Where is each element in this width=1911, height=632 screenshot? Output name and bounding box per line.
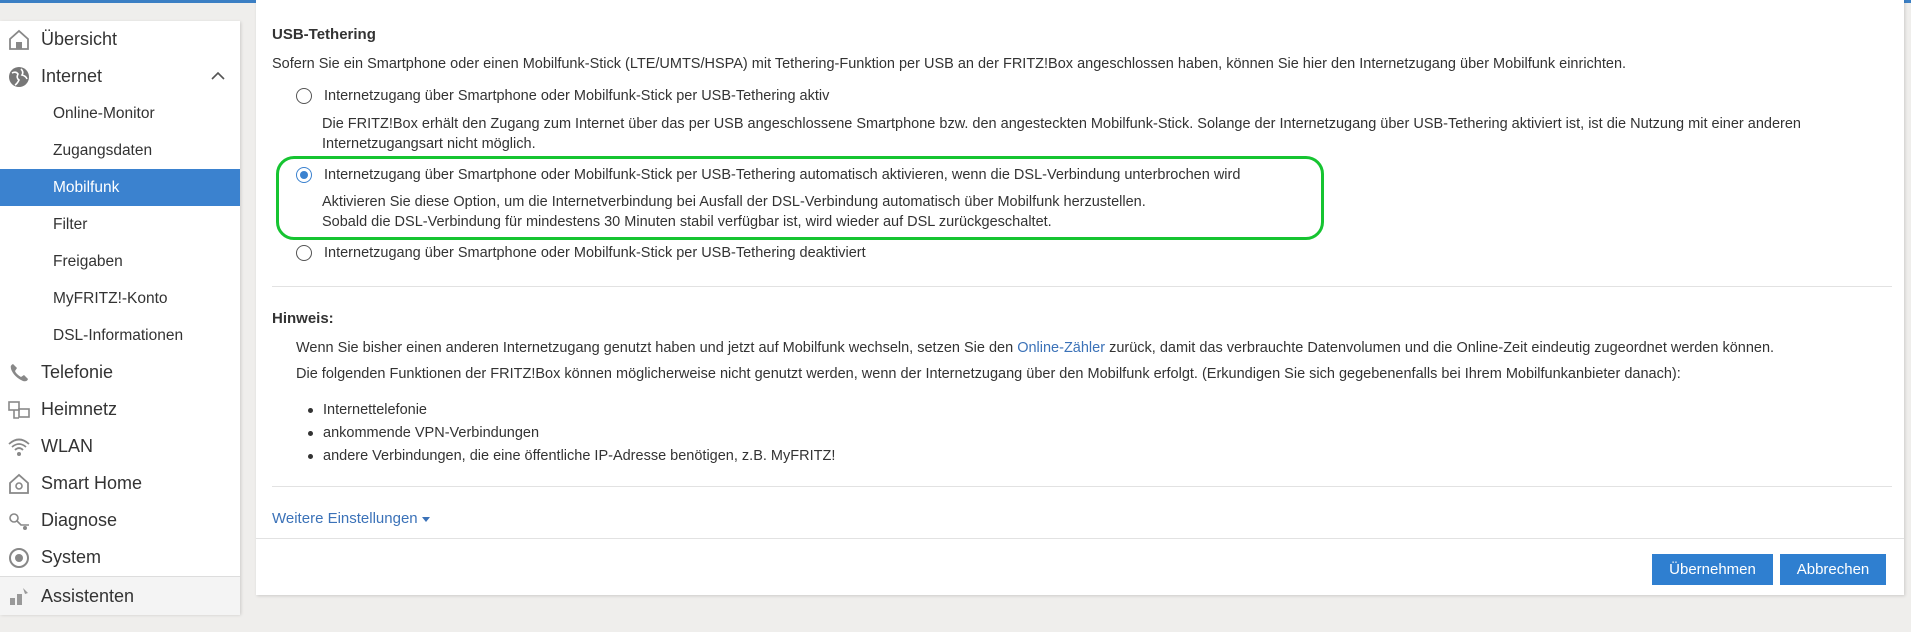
sidebar-sub-label: Zugangsdaten (53, 141, 153, 159)
option-description: Die FRITZ!Box erhält den Zugang zum Inte… (322, 114, 1801, 154)
hint-line-2: Die folgenden Funktionen der FRITZ!Box k… (296, 366, 1681, 382)
sidebar-sub-label: DSL-Informationen (53, 326, 184, 344)
option-label: Internetzugang über Smartphone oder Mobi… (324, 167, 1241, 183)
sidebar-item-label: Internet (41, 66, 103, 86)
sidebar-item-smart-home[interactable]: Smart Home (0, 465, 240, 502)
sidebar-item-system[interactable]: System (0, 539, 240, 576)
option-description: Aktivieren Sie diese Option, um die Inte… (322, 192, 1146, 232)
sidebar-item-telefonie[interactable]: Telefonie (0, 354, 240, 391)
sidebar-sub-mobilfunk[interactable]: Mobilfunk (0, 169, 240, 206)
sidebar-item-label: Assistenten (41, 585, 135, 606)
sidebar-item-label: Smart Home (41, 473, 143, 493)
radio-tethering-active[interactable] (296, 88, 312, 104)
sidebar-item-label: Übersicht (41, 29, 118, 49)
sidebar-item-heimnetz[interactable]: Heimnetz (0, 391, 240, 428)
sidebar-nav: Übersicht Internet Online-Monitor Zugang… (0, 21, 240, 615)
option-desc-line: Internetzugangsart nicht möglich. (322, 136, 536, 152)
diagnose-icon (5, 507, 33, 535)
apply-button[interactable]: Übernehmen (1652, 554, 1773, 585)
hint-title: Hinweis: (272, 310, 334, 327)
bullet-text: Internettelefonie (323, 402, 427, 418)
sidebar-sub-freigaben[interactable]: Freigaben (0, 243, 240, 280)
bullet-dot (308, 430, 313, 436)
sidebar-sub-label: MyFRITZ!-Konto (53, 289, 168, 307)
sidebar-sub-myfritz-konto[interactable]: MyFRITZ!-Konto (0, 280, 240, 317)
sidebar-sub-label: Filter (53, 215, 88, 233)
sidebar-sub-dsl-informationen[interactable]: DSL-Informationen (0, 317, 240, 354)
sidebar-sub-zugangsdaten[interactable]: Zugangsdaten (0, 132, 240, 169)
bullet-text: andere Verbindungen, die eine öffentlich… (323, 448, 836, 464)
bullet-dot (308, 407, 313, 413)
globe-icon (5, 63, 33, 91)
list-item: Internettelefonie (308, 402, 427, 418)
option-label: Internetzugang über Smartphone oder Mobi… (324, 245, 866, 261)
divider (272, 286, 1892, 287)
radio-tethering-auto[interactable] (296, 167, 312, 183)
option-desc-line: Die FRITZ!Box erhält den Zugang zum Inte… (322, 116, 1801, 132)
sidebar-item-wlan[interactable]: WLAN (0, 428, 240, 465)
wifi-icon (5, 433, 33, 461)
option-tethering-active[interactable]: Internetzugang über Smartphone oder Mobi… (296, 88, 829, 104)
sidebar-sub-online-monitor[interactable]: Online-Monitor (0, 95, 240, 132)
more-settings-label: Weitere Einstellungen (272, 510, 418, 527)
sidebar-item-uebersicht[interactable]: Übersicht (0, 21, 240, 58)
system-icon (5, 544, 33, 572)
main-panel: USB-Tethering Sofern Sie ein Smartphone … (256, 0, 1904, 595)
bullet-dot (308, 453, 313, 459)
option-desc-line: Aktivieren Sie diese Option, um die Inte… (322, 194, 1146, 210)
option-tethering-auto[interactable]: Internetzugang über Smartphone oder Mobi… (296, 167, 1240, 183)
cancel-button[interactable]: Abbrechen (1780, 554, 1886, 585)
hint-text-part: Wenn Sie bisher einen anderen Internetzu… (296, 340, 1018, 356)
more-settings-link[interactable]: Weitere Einstellungen (272, 510, 430, 527)
network-icon (5, 396, 33, 424)
sidebar-sub-label: Mobilfunk (53, 178, 120, 196)
list-item: ankommende VPN-Verbindungen (308, 425, 539, 441)
home-icon (5, 26, 33, 54)
sidebar-item-assistenten[interactable]: Assistenten (0, 576, 240, 615)
sidebar-item-label: Heimnetz (41, 399, 118, 419)
hint-text-part: zurück, damit das verbrauchte Datenvolum… (1105, 340, 1775, 356)
sidebar-item-label: Diagnose (41, 510, 118, 530)
footer-divider (256, 538, 1904, 539)
triangle-down-icon (421, 517, 430, 522)
chevron-up-icon[interactable] (208, 66, 228, 86)
phone-icon (5, 359, 33, 387)
sidebar-item-label: Telefonie (41, 362, 114, 382)
option-label: Internetzugang über Smartphone oder Mobi… (324, 88, 830, 104)
wizard-icon (5, 582, 33, 610)
option-desc-line: Sobald die DSL-Verbindung für mindestens… (322, 214, 1052, 230)
sidebar-sub-filter[interactable]: Filter (0, 206, 240, 243)
section-title: USB-Tethering (272, 26, 376, 43)
radio-tethering-off[interactable] (296, 245, 312, 261)
sidebar-item-label: WLAN (41, 436, 94, 456)
bullet-text: ankommende VPN-Verbindungen (323, 425, 540, 441)
online-zaehler-link[interactable]: Online-Zähler (1017, 340, 1105, 356)
sidebar-sub-label: Online-Monitor (53, 104, 155, 122)
list-item: andere Verbindungen, die eine öffentlich… (308, 448, 835, 464)
smarthome-icon (5, 470, 33, 498)
sidebar-sub-label: Freigaben (53, 252, 123, 270)
sidebar-item-internet[interactable]: Internet (0, 58, 240, 95)
divider (272, 486, 1892, 487)
sidebar-item-diagnose[interactable]: Diagnose (0, 502, 240, 539)
intro-text: Sofern Sie ein Smartphone oder einen Mob… (272, 56, 1627, 72)
option-tethering-off[interactable]: Internetzugang über Smartphone oder Mobi… (296, 245, 866, 261)
hint-line-1: Wenn Sie bisher einen anderen Internetzu… (296, 340, 1774, 356)
sidebar-item-label: System (41, 547, 102, 567)
